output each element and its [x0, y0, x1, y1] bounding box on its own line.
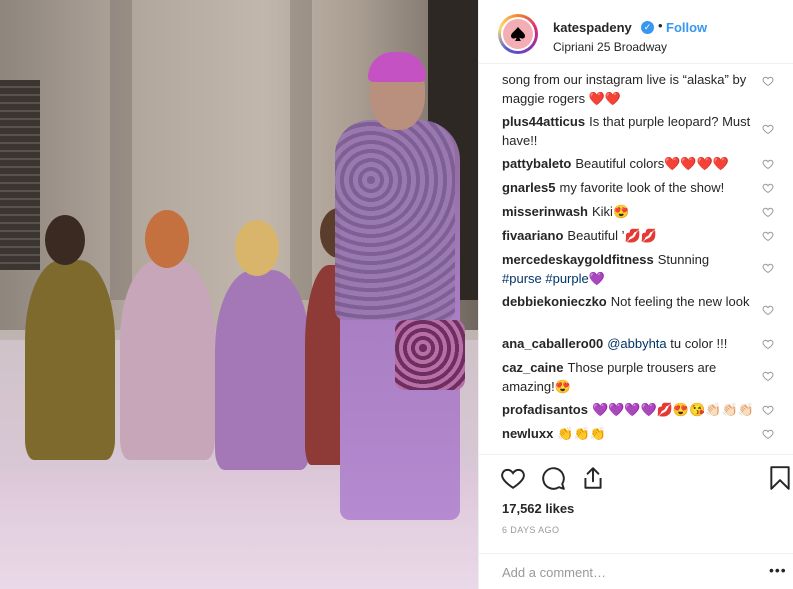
- comment-username[interactable]: debbiekonieczko: [502, 294, 607, 309]
- follow-button[interactable]: Follow: [666, 20, 707, 35]
- comment-text: song from our instagram live is “alaska”…: [502, 72, 747, 106]
- comment-text: tu color !!!: [670, 336, 728, 351]
- comment-text: my favorite look of the show!: [559, 180, 725, 195]
- backdrop-pillar: [290, 0, 312, 300]
- comment-like-heart-icon[interactable]: [762, 75, 774, 87]
- audience-head: [235, 220, 279, 276]
- comment-like-heart-icon[interactable]: [762, 370, 774, 382]
- comment-item: newluxx 👏👏👏: [502, 424, 764, 443]
- comment-text: Beautiful colors❤️❤️❤️❤️: [575, 156, 729, 171]
- comment-username[interactable]: newluxx: [502, 426, 553, 441]
- comment-item: fivaariano Beautiful ’💋💋: [502, 226, 764, 245]
- comment-like-heart-icon[interactable]: [762, 304, 774, 316]
- comment-item: mercedeskaygoldfitness Stunning #purse #p…: [502, 250, 764, 288]
- comment-username[interactable]: gnarles5: [502, 180, 555, 195]
- share-icon[interactable]: [580, 465, 606, 491]
- comment-item: song from our instagram live is “alaska”…: [502, 70, 764, 108]
- backdrop-pillar: [110, 0, 132, 300]
- avatar-border: [501, 17, 535, 51]
- comment-item: caz_caine Those purple trousers are amazi…: [502, 358, 764, 396]
- comment-item: gnarles5 my favorite look of the show!: [502, 178, 764, 197]
- avatar[interactable]: [498, 14, 538, 54]
- audience-head: [45, 215, 85, 265]
- comment-like-heart-icon[interactable]: [762, 158, 774, 170]
- comment-username[interactable]: profadisantos: [502, 402, 588, 417]
- comment-text: Not feeling the new look: [610, 294, 750, 309]
- comment-item: misserinwash Kiki😍: [502, 202, 764, 221]
- post-header: katespadeny ✓ • Follow Cipriani 25 Broad…: [479, 0, 793, 64]
- verified-icon: ✓: [641, 21, 654, 34]
- audience-person: [25, 260, 115, 460]
- comment-item: profadisantos 💜💜💜💜💋😍😘👏🏻👏🏻👏🏻: [502, 400, 764, 419]
- likes-count[interactable]: 17,562 likes: [502, 501, 574, 516]
- model-handbag: [395, 320, 465, 390]
- audience-person: [215, 270, 310, 470]
- comment-text: 💜💜💜💜💋😍😘👏🏻👏🏻👏🏻: [591, 402, 754, 417]
- comment-mention[interactable]: @abbyhta: [607, 336, 666, 351]
- heart-icon[interactable]: [500, 465, 526, 491]
- comment-item: plus44atticus Is that purple leopard? Mus…: [502, 112, 764, 150]
- comment-like-heart-icon[interactable]: [762, 123, 774, 135]
- comment-username[interactable]: mercedeskaygoldfitness: [502, 252, 654, 267]
- comment-like-heart-icon[interactable]: [762, 428, 774, 440]
- comment-text: Kiki😍: [592, 204, 630, 219]
- comment-username[interactable]: caz_caine: [502, 360, 563, 375]
- comment-username[interactable]: misserinwash: [502, 204, 588, 219]
- more-options-button[interactable]: •••: [769, 562, 787, 578]
- comment-like-heart-icon[interactable]: [762, 206, 774, 218]
- audience-head: [145, 210, 189, 268]
- comment-username[interactable]: pattybaleto: [502, 156, 571, 171]
- backdrop-window: [0, 80, 40, 270]
- comment-username[interactable]: ana_caballero00: [502, 336, 603, 351]
- audience-person: [120, 260, 215, 460]
- comment-item: debbiekonieczko Not feeling the new look: [502, 292, 764, 311]
- bookmark-icon[interactable]: [767, 465, 793, 491]
- comments-list[interactable]: song from our instagram live is “alaska”…: [479, 64, 793, 454]
- post-username[interactable]: katespadeny: [553, 20, 632, 35]
- comment-username[interactable]: fivaariano: [502, 228, 563, 243]
- post-sidebar: katespadeny ✓ • Follow Cipriani 25 Broad…: [478, 0, 793, 589]
- comment-like-heart-icon[interactable]: [762, 338, 774, 350]
- post-location[interactable]: Cipriani 25 Broadway: [553, 40, 667, 54]
- comment-text: Beautiful ’💋💋: [567, 228, 657, 243]
- model-leopard-coat: [335, 120, 455, 320]
- post-photo[interactable]: [0, 0, 478, 589]
- comment-input[interactable]: [502, 562, 742, 582]
- comment-like-heart-icon[interactable]: [762, 182, 774, 194]
- comment-like-heart-icon[interactable]: [762, 262, 774, 274]
- comment-username[interactable]: plus44atticus: [502, 114, 585, 129]
- comment-like-heart-icon[interactable]: [762, 230, 774, 242]
- comment-icon[interactable]: [540, 465, 566, 491]
- comment-text: 👏👏👏: [557, 426, 606, 441]
- header-separator: •: [658, 18, 663, 33]
- comment-item: ana_caballero00 @abbyhta tu color !!!: [502, 334, 764, 353]
- add-comment-bar: •••: [479, 553, 793, 589]
- post-timestamp[interactable]: 6 DAYS AGO: [502, 525, 559, 535]
- comment-like-heart-icon[interactable]: [762, 404, 774, 416]
- comment-text: Stunning: [657, 252, 710, 267]
- comment-item: pattybaleto Beautiful colors❤️❤️❤️❤️: [502, 154, 764, 173]
- kate-spade-logo-icon: [503, 19, 533, 49]
- comment-hashtags[interactable]: #purse #purple💜: [502, 271, 605, 286]
